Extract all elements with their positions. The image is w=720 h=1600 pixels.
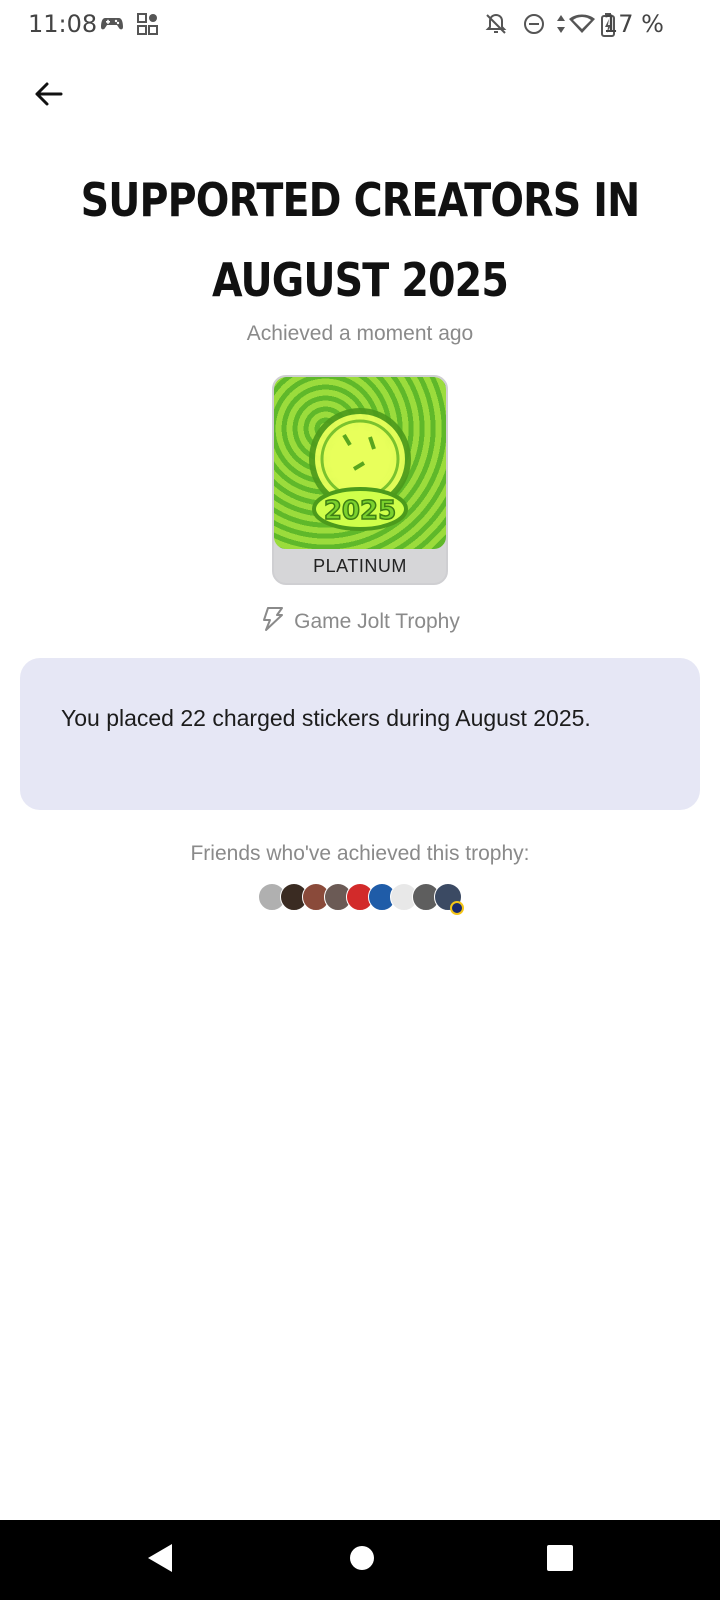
friends-label: Friends who've achieved this trophy: [190,842,530,865]
gamepad-icon [100,12,124,38]
achieved-time: Achieved a moment ago [246,322,474,345]
trophy-rank-badge: PLATINUM [313,556,407,576]
gamejolt-bolt-icon [260,606,284,638]
trophy-card: 2025 PLATINUM [272,375,448,585]
bell-off-icon [484,12,508,40]
nav-back-button[interactable] [146,1542,174,1578]
trophy-source: Game Jolt Trophy [0,606,720,638]
dnd-icon [522,12,546,40]
nav-home-button[interactable] [348,1542,376,1578]
apps-grid-icon [136,12,160,40]
arrow-left-icon [35,82,63,106]
trophy-description-panel: You placed 22 charged stickers during Au… [20,658,700,810]
back-button[interactable] [22,68,74,120]
trophy-description: You placed 22 charged stickers during Au… [61,705,591,731]
status-time: 11:08 [28,10,98,38]
friends-avatar-stack[interactable] [258,883,468,915]
battery-percentage: 17 % [603,10,664,38]
nav-recents-button[interactable] [546,1542,574,1578]
data-arrows-icon [556,12,566,40]
trophy-source-label: Game Jolt Trophy [294,610,460,633]
trophy-image-year: 2025 [324,496,396,526]
trophy-image: 2025 [274,377,446,549]
wifi-icon [568,12,596,40]
trophy-title: SUPPORTED CREATORS IN AUGUST 2025 [80,173,641,307]
navigation-bar [0,1520,720,1600]
trophy-detail-screen: 11:08 17 % SUPPORTED CREATORS IN AUGUST … [0,0,720,1600]
status-bar: 11:08 17 % [0,0,720,50]
avatar-badge-icon [450,901,464,915]
